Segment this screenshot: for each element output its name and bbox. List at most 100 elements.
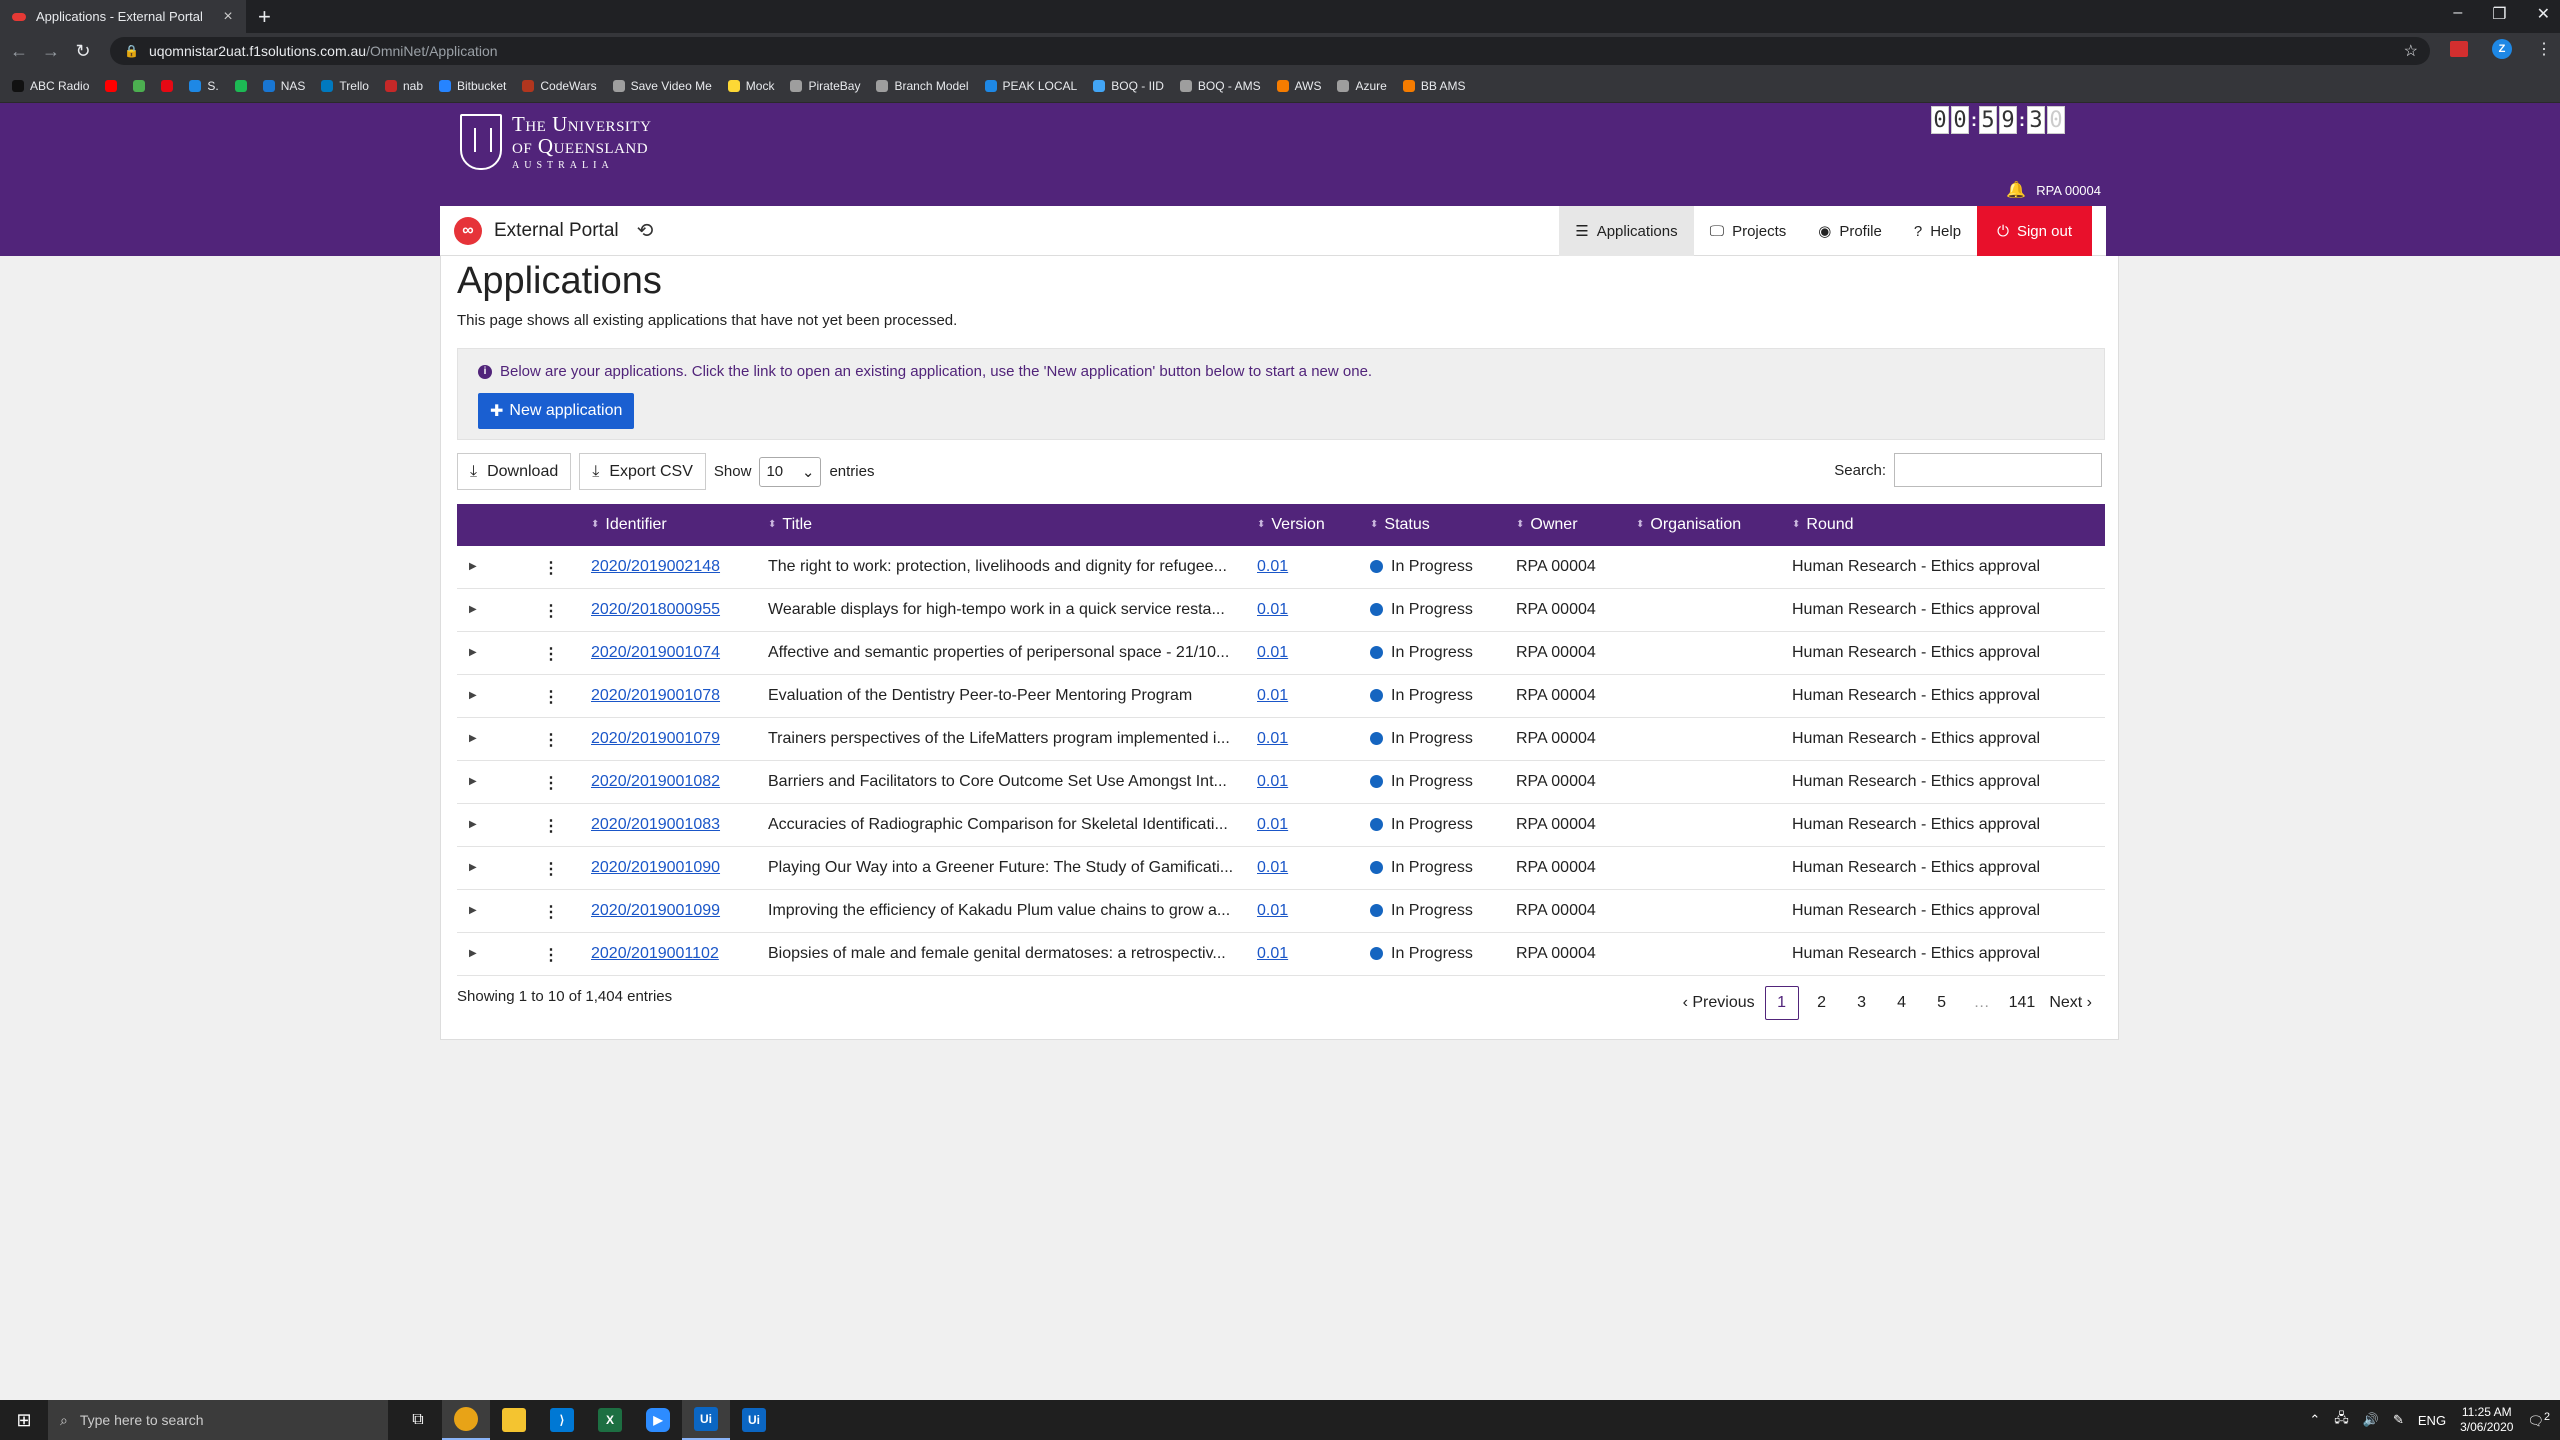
identifier-link[interactable]: 2020/2019001074 [591, 644, 761, 662]
column-header-title[interactable]: ⬍ Title [768, 516, 812, 534]
version-link[interactable]: 0.01 [1257, 902, 1317, 920]
extension-icon[interactable] [2450, 41, 2468, 57]
identifier-link[interactable]: 2020/2019001090 [591, 859, 761, 877]
row-menu-icon[interactable]: ⋮ [543, 859, 559, 879]
reload-icon[interactable]: ↻ [70, 41, 96, 62]
uipath-robot-icon[interactable]: Ui [730, 1400, 778, 1440]
page-number-button[interactable]: 2 [1805, 986, 1839, 1020]
notification-icon[interactable]: 🗨2 [2527, 1411, 2550, 1429]
page-number-button[interactable]: 3 [1845, 986, 1879, 1020]
uipath-icon[interactable]: Ui [682, 1400, 730, 1440]
next-page-button[interactable]: Next › [2045, 986, 2096, 1020]
forward-icon[interactable]: → [38, 41, 64, 62]
column-header-version[interactable]: ⬍ Version [1257, 516, 1325, 534]
taskbar-search[interactable]: ⌕ Type here to search [48, 1400, 388, 1440]
identifier-link[interactable]: 2020/2019001102 [591, 945, 761, 963]
vscode-icon[interactable]: ⟩ [538, 1400, 586, 1440]
chevron-up-icon[interactable]: ⌃ [2309, 1412, 2320, 1428]
bookmark-item[interactable]: S. [189, 79, 219, 93]
bookmark-item[interactable]: PirateBay [790, 79, 860, 93]
version-link[interactable]: 0.01 [1257, 816, 1317, 834]
entries-select[interactable]: 10 ⌄ [759, 456, 822, 487]
identifier-link[interactable]: 2020/2019001083 [591, 816, 761, 834]
expand-row-icon[interactable]: ▶ [469, 776, 477, 787]
bookmark-item[interactable]: nab [384, 79, 423, 93]
address-bar[interactable]: 🔒 uqomnistar2uat.f1solutions.com.au/Omni… [110, 37, 2430, 65]
page-number-button[interactable]: 141 [2005, 986, 2040, 1020]
nav-projects[interactable]: 🖵 Projects [1694, 206, 1803, 256]
row-menu-icon[interactable]: ⋮ [543, 687, 559, 707]
identifier-link[interactable]: 2020/2019001082 [591, 773, 761, 791]
nav-help[interactable]: ? Help [1898, 206, 1977, 256]
bookmark-item[interactable]: NAS [262, 79, 305, 93]
close-tab-icon[interactable]: × [218, 8, 238, 26]
expand-row-icon[interactable]: ▶ [469, 733, 477, 744]
row-menu-icon[interactable]: ⋮ [543, 644, 559, 664]
bookmark-item[interactable]: Azure [1337, 79, 1387, 93]
row-menu-icon[interactable]: ⋮ [543, 558, 559, 578]
bookmark-item[interactable] [234, 79, 247, 92]
identifier-link[interactable]: 2020/2019002148 [591, 558, 761, 576]
nav-profile[interactable]: ◉ Profile [1802, 206, 1898, 256]
restore-icon[interactable]: ❐ [2492, 4, 2506, 24]
row-menu-icon[interactable]: ⋮ [543, 945, 559, 965]
bookmark-item[interactable]: Branch Model [876, 79, 969, 93]
search-input[interactable] [1894, 453, 2102, 487]
bell-icon[interactable]: 🔔 [2006, 180, 2026, 200]
windows-start-icon[interactable]: ⊞ [0, 1400, 48, 1440]
bookmark-item[interactable] [105, 79, 118, 92]
bookmark-item[interactable]: AWS [1276, 79, 1321, 93]
bookmark-star-icon[interactable]: ☆ [2404, 41, 2418, 61]
new-tab-icon[interactable]: + [258, 4, 271, 30]
uq-logo[interactable]: The University of Queensland AUSTRALIA [460, 113, 651, 172]
identifier-link[interactable]: 2020/2019001079 [591, 730, 761, 748]
close-window-icon[interactable]: ✕ [2537, 4, 2550, 24]
column-header-identifier[interactable]: ⬍ Identifier [591, 516, 667, 534]
bookmark-item[interactable]: BOQ - IID [1093, 79, 1164, 93]
download-button[interactable]: ⤓ Download [457, 453, 572, 490]
new-application-button[interactable]: ✚ New application [478, 393, 635, 429]
row-menu-icon[interactable]: ⋮ [543, 902, 559, 922]
clock[interactable]: 11:25 AM 3/06/2020 [2460, 1405, 2513, 1435]
page-number-button[interactable]: 4 [1885, 986, 1919, 1020]
bookmark-item[interactable]: CodeWars [522, 79, 597, 93]
export-csv-button[interactable]: ⤓ Export CSV [579, 453, 706, 490]
bookmark-item[interactable]: Trello [321, 79, 369, 93]
row-menu-icon[interactable]: ⋮ [543, 816, 559, 836]
bookmark-item[interactable]: BB AMS [1402, 79, 1466, 93]
pen-icon[interactable]: ✎ [2393, 1412, 2404, 1428]
expand-row-icon[interactable]: ▶ [469, 862, 477, 873]
expand-row-icon[interactable]: ▶ [469, 690, 477, 701]
row-menu-icon[interactable]: ⋮ [543, 601, 559, 621]
version-link[interactable]: 0.01 [1257, 558, 1317, 576]
network-icon[interactable]: 🖧 [2334, 1409, 2349, 1431]
expand-row-icon[interactable]: ▶ [469, 561, 477, 572]
version-link[interactable]: 0.01 [1257, 859, 1317, 877]
page-number-button[interactable]: 1 [1764, 986, 1799, 1020]
history-icon[interactable]: ⟲ [637, 218, 654, 243]
bookmark-item[interactable] [133, 79, 146, 92]
volume-icon[interactable]: 🔊 [2363, 1412, 2379, 1428]
back-icon[interactable]: ← [6, 41, 32, 62]
bookmark-item[interactable]: PEAK LOCAL [984, 79, 1077, 93]
version-link[interactable]: 0.01 [1257, 601, 1317, 619]
column-header-owner[interactable]: ⬍ Owner [1516, 516, 1578, 534]
profile-avatar[interactable]: Z [2492, 39, 2512, 59]
row-menu-icon[interactable]: ⋮ [543, 730, 559, 750]
nav-applications[interactable]: ☰ Applications [1559, 206, 1694, 256]
minimize-icon[interactable]: – [2453, 4, 2462, 24]
row-menu-icon[interactable]: ⋮ [543, 773, 559, 793]
column-header-status[interactable]: ⬍ Status [1370, 516, 1430, 534]
expand-row-icon[interactable]: ▶ [469, 948, 477, 959]
bookmark-item[interactable] [161, 79, 174, 92]
bookmark-item[interactable]: Mock [727, 79, 774, 93]
brand[interactable]: ∞ External Portal [454, 216, 619, 245]
column-header-round[interactable]: ⬍ Round [1792, 516, 1854, 534]
zoom-icon[interactable]: ▶ [634, 1400, 682, 1440]
browser-tab[interactable]: Applications - External Portal × [0, 0, 246, 33]
sign-out-button[interactable]: ⏻ Sign out [1977, 206, 2092, 256]
expand-row-icon[interactable]: ▶ [469, 604, 477, 615]
expand-row-icon[interactable]: ▶ [469, 819, 477, 830]
identifier-link[interactable]: 2020/2019001078 [591, 687, 761, 705]
identifier-link[interactable]: 2020/2019001099 [591, 902, 761, 920]
